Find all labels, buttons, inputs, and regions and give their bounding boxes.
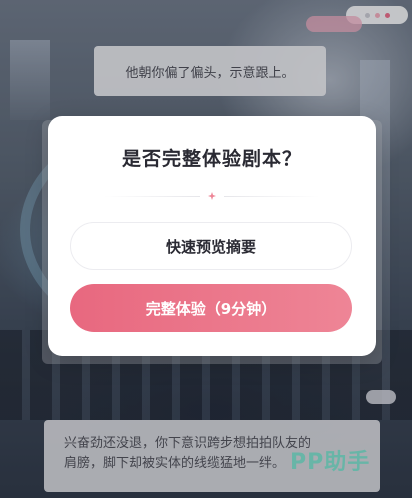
divider-line-right bbox=[224, 196, 320, 197]
full-experience-button[interactable]: 完整体验（9分钟） bbox=[70, 284, 352, 332]
quick-preview-button[interactable]: 快速预览摘要 bbox=[70, 222, 352, 270]
full-experience-label: 完整体验（9分钟） bbox=[145, 299, 277, 318]
divider-line-left bbox=[104, 196, 200, 197]
quick-preview-label: 快速预览摘要 bbox=[165, 237, 256, 256]
dialog-title: 是否完整体验剧本？ bbox=[121, 148, 302, 170]
sparkle-icon bbox=[208, 192, 216, 200]
experience-choice-dialog: 是否完整体验剧本？ 快速预览摘要 完整体验（9分钟） bbox=[48, 116, 376, 356]
